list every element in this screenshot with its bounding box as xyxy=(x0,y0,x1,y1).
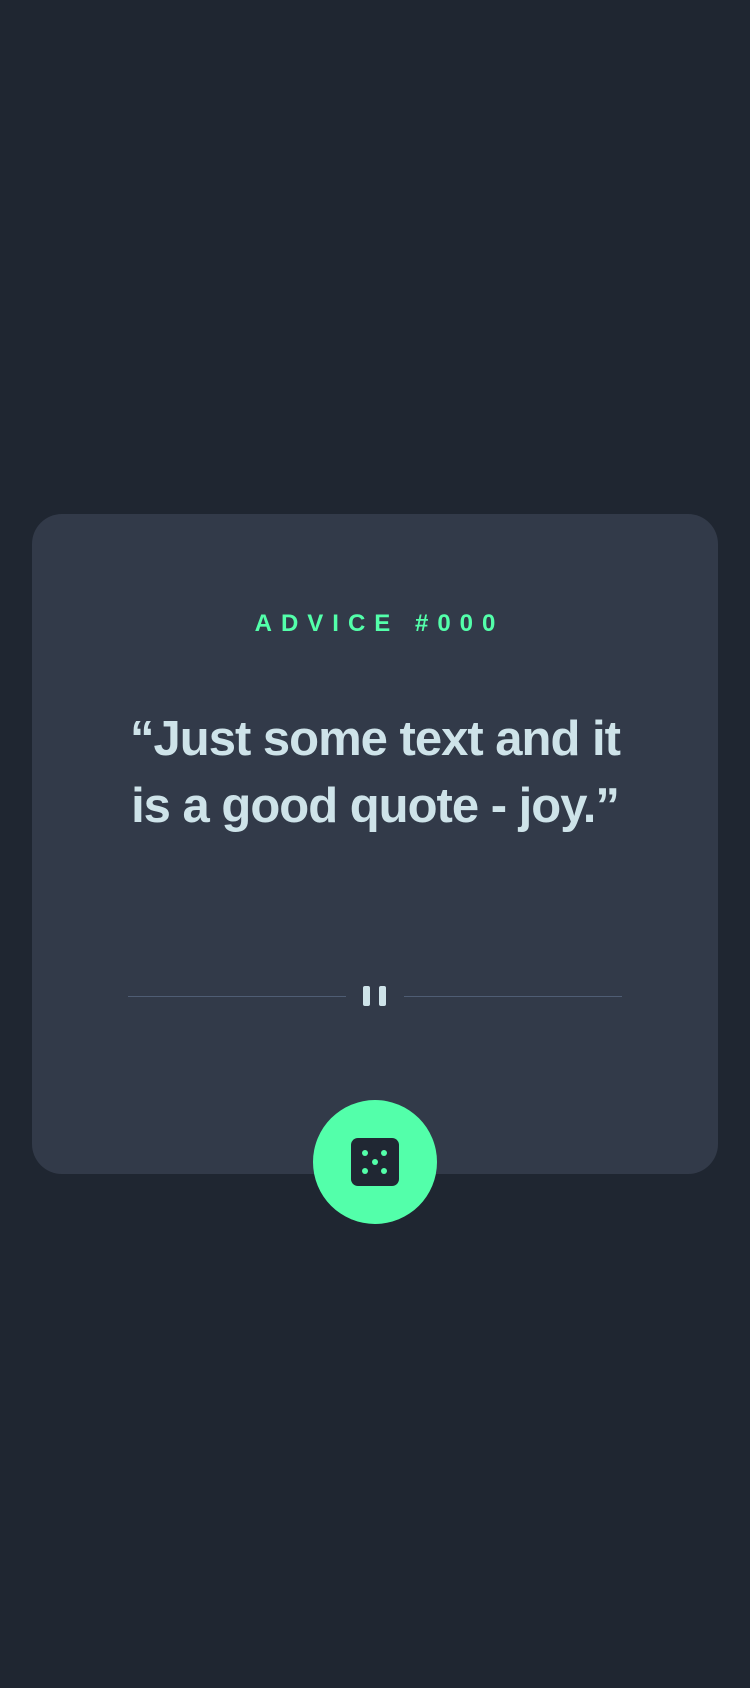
advice-number: ADVICE #000 xyxy=(254,610,505,637)
pattern-divider xyxy=(128,984,622,1010)
divider-line-right xyxy=(404,996,622,997)
advice-quote: “Just some text and it is a good quote -… xyxy=(130,712,621,833)
dice-icon xyxy=(351,1138,399,1186)
pause-icon xyxy=(363,986,387,1006)
generate-advice-button[interactable] xyxy=(313,1100,437,1224)
divider-line-left xyxy=(128,996,346,997)
advice-card: ADVICE #000 “Just some text and it is a … xyxy=(32,514,718,1174)
